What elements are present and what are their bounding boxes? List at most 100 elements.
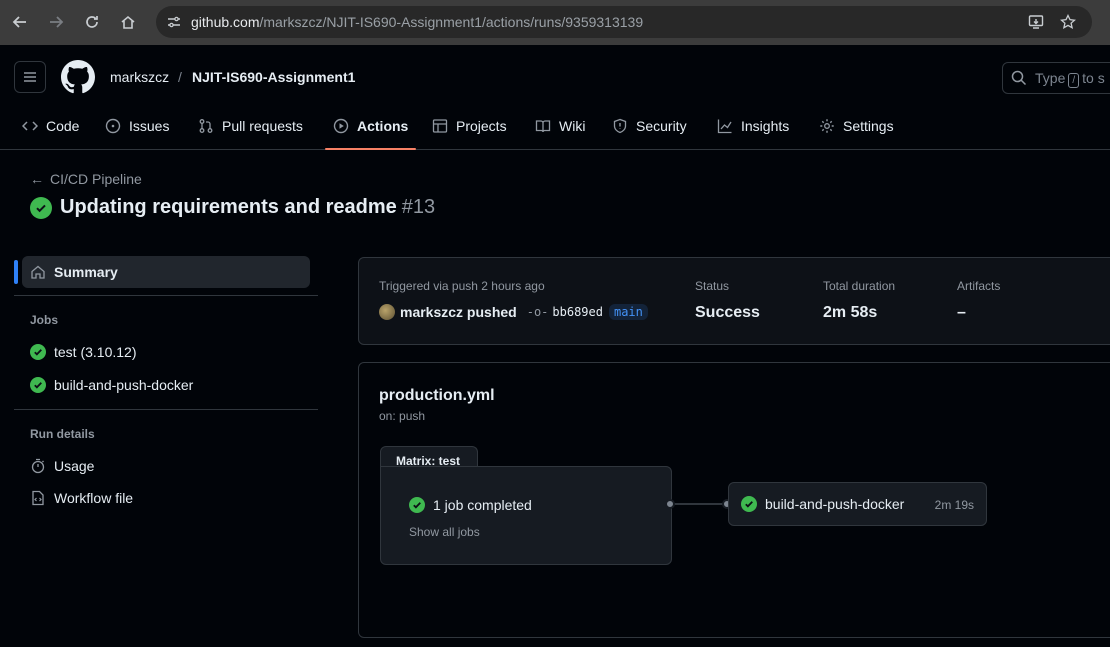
sidebar-job-test[interactable]: test (3.10.12) [30, 344, 137, 360]
sidebar-job-build-label: build-and-push-docker [54, 377, 194, 393]
avatar[interactable] [379, 304, 395, 320]
matrix-status-label: 1 job completed [433, 497, 532, 513]
play-icon [333, 118, 349, 134]
sidebar-item-workflow-file-label: Workflow file [54, 490, 134, 506]
workflow-back-link[interactable]: ← CI/CD Pipeline [30, 171, 142, 187]
table-icon [432, 118, 448, 134]
url-host: github.com [191, 14, 260, 30]
shield-icon [612, 118, 628, 134]
tab-settings-label: Settings [843, 118, 894, 134]
repo-name-link[interactable]: NJIT-IS690-Assignment1 [192, 69, 355, 85]
hamburger-icon [24, 72, 36, 82]
file-code-icon [30, 490, 46, 506]
success-check-icon [30, 344, 46, 360]
url-path: /markszcz/NJIT-IS690-Assignment1/actions… [259, 14, 644, 30]
tab-wiki[interactable]: Wiki [535, 112, 585, 150]
trigger-label: Triggered via push 2 hours ago [379, 279, 545, 293]
matrix-status: 1 job completed [409, 497, 532, 513]
home-icon [30, 264, 46, 280]
pull-request-icon [198, 118, 214, 134]
tab-actions-label: Actions [357, 118, 409, 134]
run-title: Updating requirements and readme [60, 196, 397, 218]
tab-pull-requests[interactable]: Pull requests [198, 112, 303, 150]
search-shortcut-key: / [1068, 73, 1080, 88]
artifacts-value: – [957, 304, 966, 321]
sidebar-job-test-label: test (3.10.12) [54, 344, 137, 360]
commit-link[interactable]: -o- bb689ed [527, 305, 603, 319]
url-text: github.com/markszcz/NJIT-IS690-Assignmen… [191, 14, 643, 30]
status-label: Status [695, 279, 730, 293]
search-suffix: to s [1082, 70, 1105, 86]
success-check-icon [30, 196, 52, 219]
connector-dot [665, 499, 675, 509]
commit-sha: bb689ed [552, 305, 603, 319]
sidebar-divider [14, 409, 318, 410]
tab-settings[interactable]: Settings [819, 112, 894, 150]
commit-icon: -o- [526, 305, 549, 319]
search-icon [1011, 70, 1027, 86]
arrow-left-icon: ← [30, 171, 44, 187]
search-input[interactable]: Type / to s [1002, 62, 1110, 94]
show-all-jobs-link[interactable]: Show all jobs [409, 525, 480, 539]
tab-security[interactable]: Security [612, 112, 687, 150]
tab-projects-label: Projects [456, 118, 507, 134]
issue-icon [105, 118, 121, 134]
run-number: #13 [401, 196, 436, 218]
matrix-label: Matrix: test [380, 446, 478, 468]
job-card-label: build-and-push-docker [765, 496, 905, 512]
tab-security-label: Security [636, 118, 687, 134]
site-settings-icon[interactable] [164, 12, 184, 32]
status-value: Success [695, 304, 760, 321]
search-prefix: Type [1035, 70, 1066, 86]
back-icon[interactable] [9, 11, 31, 33]
address-bar[interactable]: github.com/markszcz/NJIT-IS690-Assignmen… [156, 6, 1092, 38]
matrix-group: 1 job completed Show all jobs [380, 466, 672, 565]
tab-insights-label: Insights [741, 118, 790, 134]
sidebar-job-build-and-push-docker[interactable]: build-and-push-docker [30, 377, 193, 393]
job-card-build-and-push-docker[interactable]: build-and-push-docker 2m 19s [728, 482, 987, 526]
bookmark-star-icon[interactable] [1058, 12, 1078, 32]
stopwatch-icon [30, 458, 46, 474]
sidebar-item-workflow-file[interactable]: Workflow file [30, 490, 133, 506]
menu-button[interactable] [14, 61, 46, 93]
tab-code[interactable]: Code [22, 112, 79, 150]
job-card-name: build-and-push-docker [741, 496, 904, 512]
branch-badge[interactable]: main [608, 304, 648, 320]
duration-value: 2m 58s [823, 304, 878, 321]
reload-icon[interactable] [81, 11, 103, 33]
tab-projects[interactable]: Projects [432, 112, 507, 150]
home-icon[interactable] [117, 11, 139, 33]
success-check-icon [30, 377, 46, 393]
github-logo-icon[interactable] [61, 60, 95, 94]
actor-text[interactable]: markszcz pushed [400, 304, 517, 320]
tab-pull-requests-label: Pull requests [222, 118, 303, 134]
artifacts-label: Artifacts [957, 279, 1001, 293]
repo-owner-link[interactable]: markszcz [110, 69, 169, 85]
active-tab-underline [325, 148, 417, 150]
install-app-icon[interactable] [1026, 12, 1046, 32]
tab-issues-label: Issues [129, 118, 170, 134]
selected-indicator [14, 260, 18, 284]
browser-toolbar: github.com/markszcz/NJIT-IS690-Assignmen… [0, 0, 1110, 45]
sidebar-item-summary[interactable]: Summary [14, 256, 310, 288]
workflow-file-name: production.yml [379, 387, 495, 404]
repo-nav-tabs: Code Issues Pull requests Actions Projec… [0, 112, 1110, 150]
sidebar-item-usage-label: Usage [54, 458, 95, 474]
success-check-icon [741, 496, 757, 512]
page-title: Updating requirements and readme #13 [30, 196, 435, 219]
repo-header: markszcz / NJIT-IS690-Assignment1 Type / t… [0, 45, 1110, 150]
code-icon [22, 118, 38, 134]
sidebar-item-usage[interactable]: Usage [30, 458, 94, 474]
workflow-trigger: on: push [379, 409, 426, 423]
workflow-graph-panel: production.yml on: push Matrix: test 1 j… [358, 362, 1110, 638]
tab-actions[interactable]: Actions [325, 112, 417, 150]
forward-icon[interactable] [45, 11, 67, 33]
tab-insights[interactable]: Insights [717, 112, 789, 150]
run-summary-panel: Triggered via push 2 hours ago markszcz … [358, 257, 1110, 345]
success-check-icon [409, 497, 425, 513]
graph-icon [717, 118, 733, 134]
book-icon [535, 118, 551, 134]
run-details-heading: Run details [30, 427, 95, 441]
workflow-back-link-label: CI/CD Pipeline [50, 171, 142, 187]
tab-issues[interactable]: Issues [105, 112, 169, 150]
